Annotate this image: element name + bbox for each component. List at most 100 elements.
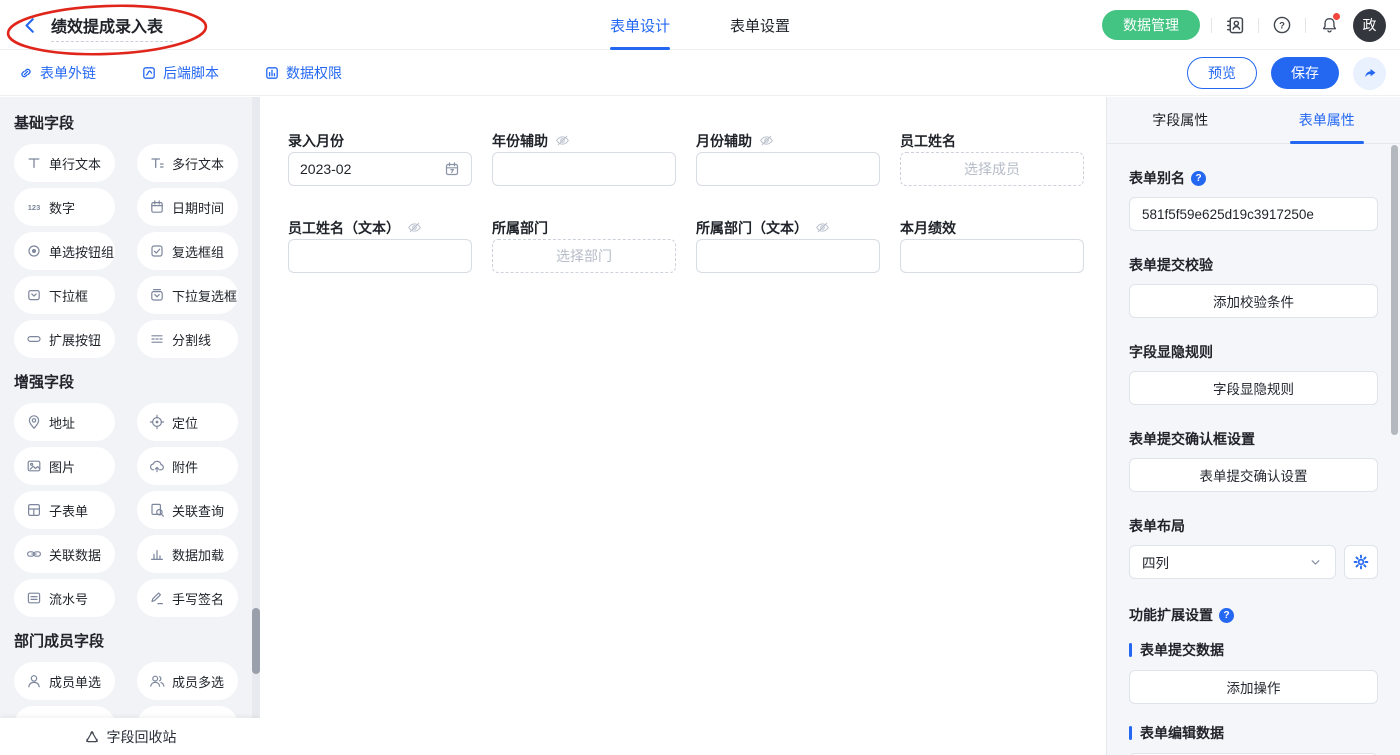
sidebar-scrollbar-track[interactable] bbox=[252, 97, 260, 718]
form-designer-app: 绩效提成录入表 表单设计 表单设置 数据管理 政 表单外链 后端脚本 bbox=[0, 0, 1400, 755]
multi-text-icon bbox=[149, 155, 165, 171]
field-palette-sidebar: 基础字段 单行文本 多行文本 数字 日期时间 单选按钮组 复选框组 下拉框 下拉… bbox=[0, 97, 260, 755]
field-item-label: 单行文本 bbox=[49, 154, 101, 173]
form-title[interactable]: 绩效提成录入表 bbox=[51, 13, 163, 37]
field-item-radio-group[interactable]: 单选按钮组 bbox=[14, 232, 115, 270]
field-item-datetime[interactable]: 日期时间 bbox=[137, 188, 238, 226]
notification-bell-icon[interactable] bbox=[1317, 13, 1341, 37]
field-item-subform[interactable]: 子表单 bbox=[14, 491, 115, 529]
field-item-address[interactable]: 地址 bbox=[14, 403, 115, 441]
field-item-label: 关联数据 bbox=[49, 545, 101, 564]
entry-month-date-input[interactable]: 2023-02 bbox=[288, 152, 472, 186]
field-label: 录入月份 bbox=[288, 131, 344, 151]
field-item-label: 手写签名 bbox=[172, 589, 224, 608]
divider bbox=[1211, 18, 1212, 33]
backend-script-link[interactable]: 后端脚本 bbox=[141, 63, 219, 83]
tab-form-properties[interactable]: 表单属性 bbox=[1254, 97, 1400, 143]
field-item-image[interactable]: 图片 bbox=[14, 447, 115, 485]
data-permission-link[interactable]: 数据权限 bbox=[264, 63, 342, 83]
share-button[interactable] bbox=[1353, 57, 1386, 90]
image-icon bbox=[26, 458, 42, 474]
member-multi-icon bbox=[149, 673, 165, 689]
preview-button[interactable]: 预览 bbox=[1187, 57, 1257, 89]
field-item-checkbox-group[interactable]: 复选框组 bbox=[137, 232, 238, 270]
field-item-number[interactable]: 数字 bbox=[14, 188, 115, 226]
field-item-divider[interactable]: 分割线 bbox=[137, 320, 238, 358]
section-title-enhanced-fields: 增强字段 bbox=[14, 374, 260, 392]
backend-script-icon bbox=[141, 65, 157, 81]
field-visibility-rules-button[interactable]: 字段显隐规则 bbox=[1129, 371, 1378, 405]
window-scrollbar-thumb[interactable] bbox=[1391, 145, 1398, 435]
datetime-icon bbox=[149, 199, 165, 215]
field-item-select[interactable]: 下拉框 bbox=[14, 276, 115, 314]
date-value: 2023-02 bbox=[300, 161, 351, 177]
address-book-icon[interactable] bbox=[1223, 13, 1247, 37]
tab-form-settings[interactable]: 表单设置 bbox=[730, 0, 790, 50]
field-label: 员工姓名（文本） bbox=[288, 218, 400, 238]
field-item-label: 单选按钮组 bbox=[49, 242, 114, 261]
field-item-multi-select[interactable]: 下拉复选框 bbox=[137, 276, 238, 314]
member-single-icon bbox=[26, 673, 42, 689]
form-toolbar: 表单外链 后端脚本 数据权限 预览 保存 bbox=[0, 50, 1400, 96]
field-item-serial-number[interactable]: 流水号 bbox=[14, 579, 115, 617]
link-label: 后端脚本 bbox=[163, 63, 219, 83]
form-field-month-helper[interactable]: 月份辅助 bbox=[696, 130, 880, 186]
field-item-linked-data[interactable]: 关联数据 bbox=[14, 535, 115, 573]
section-title-dept-member-fields: 部门成员字段 bbox=[14, 633, 260, 651]
member-picker[interactable]: 选择成员 bbox=[900, 152, 1084, 186]
add-validation-button[interactable]: 添加校验条件 bbox=[1129, 284, 1378, 318]
department-text-input[interactable] bbox=[696, 239, 880, 273]
data-manage-button[interactable]: 数据管理 bbox=[1102, 10, 1200, 40]
field-recycle-bin[interactable]: 字段回收站 bbox=[0, 718, 260, 755]
field-item-linked-query[interactable]: 关联查询 bbox=[137, 491, 238, 529]
avatar[interactable]: 政 bbox=[1353, 9, 1386, 42]
help-question-icon[interactable]: ? bbox=[1219, 608, 1234, 623]
form-layout-select[interactable]: 四列 bbox=[1129, 545, 1336, 579]
recycle-icon bbox=[84, 729, 100, 745]
form-field-employee-name-text[interactable]: 员工姓名（文本） bbox=[288, 217, 472, 273]
form-submit-data-label: 表单提交数据 bbox=[1140, 640, 1224, 660]
form-field-employee-name[interactable]: 员工姓名 选择成员 bbox=[900, 130, 1084, 186]
department-picker[interactable]: 选择部门 bbox=[492, 239, 676, 273]
submit-confirm-settings-heading: 表单提交确认框设置 bbox=[1129, 429, 1378, 449]
form-field-month-performance[interactable]: 本月绩效 bbox=[900, 217, 1084, 273]
field-item-location[interactable]: 定位 bbox=[137, 403, 238, 441]
field-item-signature[interactable]: 手写签名 bbox=[137, 579, 238, 617]
field-item-label: 附件 bbox=[172, 457, 198, 476]
employee-name-text-input[interactable] bbox=[288, 239, 472, 273]
form-submit-validation-heading: 表单提交校验 bbox=[1129, 255, 1378, 275]
extension-settings-heading: 功能扩展设置 bbox=[1129, 605, 1213, 625]
field-item-label: 扩展按钮 bbox=[49, 330, 101, 349]
field-item-multi-text[interactable]: 多行文本 bbox=[137, 144, 238, 182]
field-item-attachment[interactable]: 附件 bbox=[137, 447, 238, 485]
field-item-member-single[interactable]: 成员单选 bbox=[14, 662, 115, 700]
form-external-link[interactable]: 表单外链 bbox=[18, 63, 96, 83]
sidebar-scrollbar-thumb[interactable] bbox=[252, 608, 260, 674]
back-button[interactable] bbox=[20, 15, 40, 35]
month-helper-input[interactable] bbox=[696, 152, 880, 186]
month-performance-input[interactable] bbox=[900, 239, 1084, 273]
year-helper-input[interactable] bbox=[492, 152, 676, 186]
field-item-single-text[interactable]: 单行文本 bbox=[14, 144, 115, 182]
form-alias-input[interactable]: 581f5f59e625d19c3917250e bbox=[1129, 197, 1378, 231]
field-item-data-load[interactable]: 数据加载 bbox=[137, 535, 238, 573]
calendar-icon bbox=[444, 161, 460, 177]
submit-confirm-settings-button[interactable]: 表单提交确认设置 bbox=[1129, 458, 1378, 492]
save-button[interactable]: 保存 bbox=[1271, 57, 1339, 89]
form-field-entry-month[interactable]: 录入月份 2023-02 bbox=[288, 130, 472, 186]
layout-settings-button[interactable] bbox=[1344, 545, 1378, 579]
field-item-label: 多行文本 bbox=[172, 154, 224, 173]
form-field-year-helper[interactable]: 年份辅助 bbox=[492, 130, 676, 186]
field-item-extend-button[interactable]: 扩展按钮 bbox=[14, 320, 115, 358]
help-question-icon[interactable]: ? bbox=[1191, 171, 1206, 186]
field-item-member-multi[interactable]: 成员多选 bbox=[137, 662, 238, 700]
tab-form-design[interactable]: 表单设计 bbox=[610, 0, 670, 50]
add-action-button-submit[interactable]: 添加操作 bbox=[1129, 670, 1378, 704]
help-icon[interactable] bbox=[1270, 13, 1294, 37]
form-field-department-text[interactable]: 所属部门（文本） bbox=[696, 217, 880, 273]
form-edit-data-label: 表单编辑数据 bbox=[1140, 723, 1224, 743]
form-field-department[interactable]: 所属部门 选择部门 bbox=[492, 217, 676, 273]
tab-field-properties[interactable]: 字段属性 bbox=[1107, 97, 1254, 143]
address-icon bbox=[26, 414, 42, 430]
serial-number-icon bbox=[26, 590, 42, 606]
